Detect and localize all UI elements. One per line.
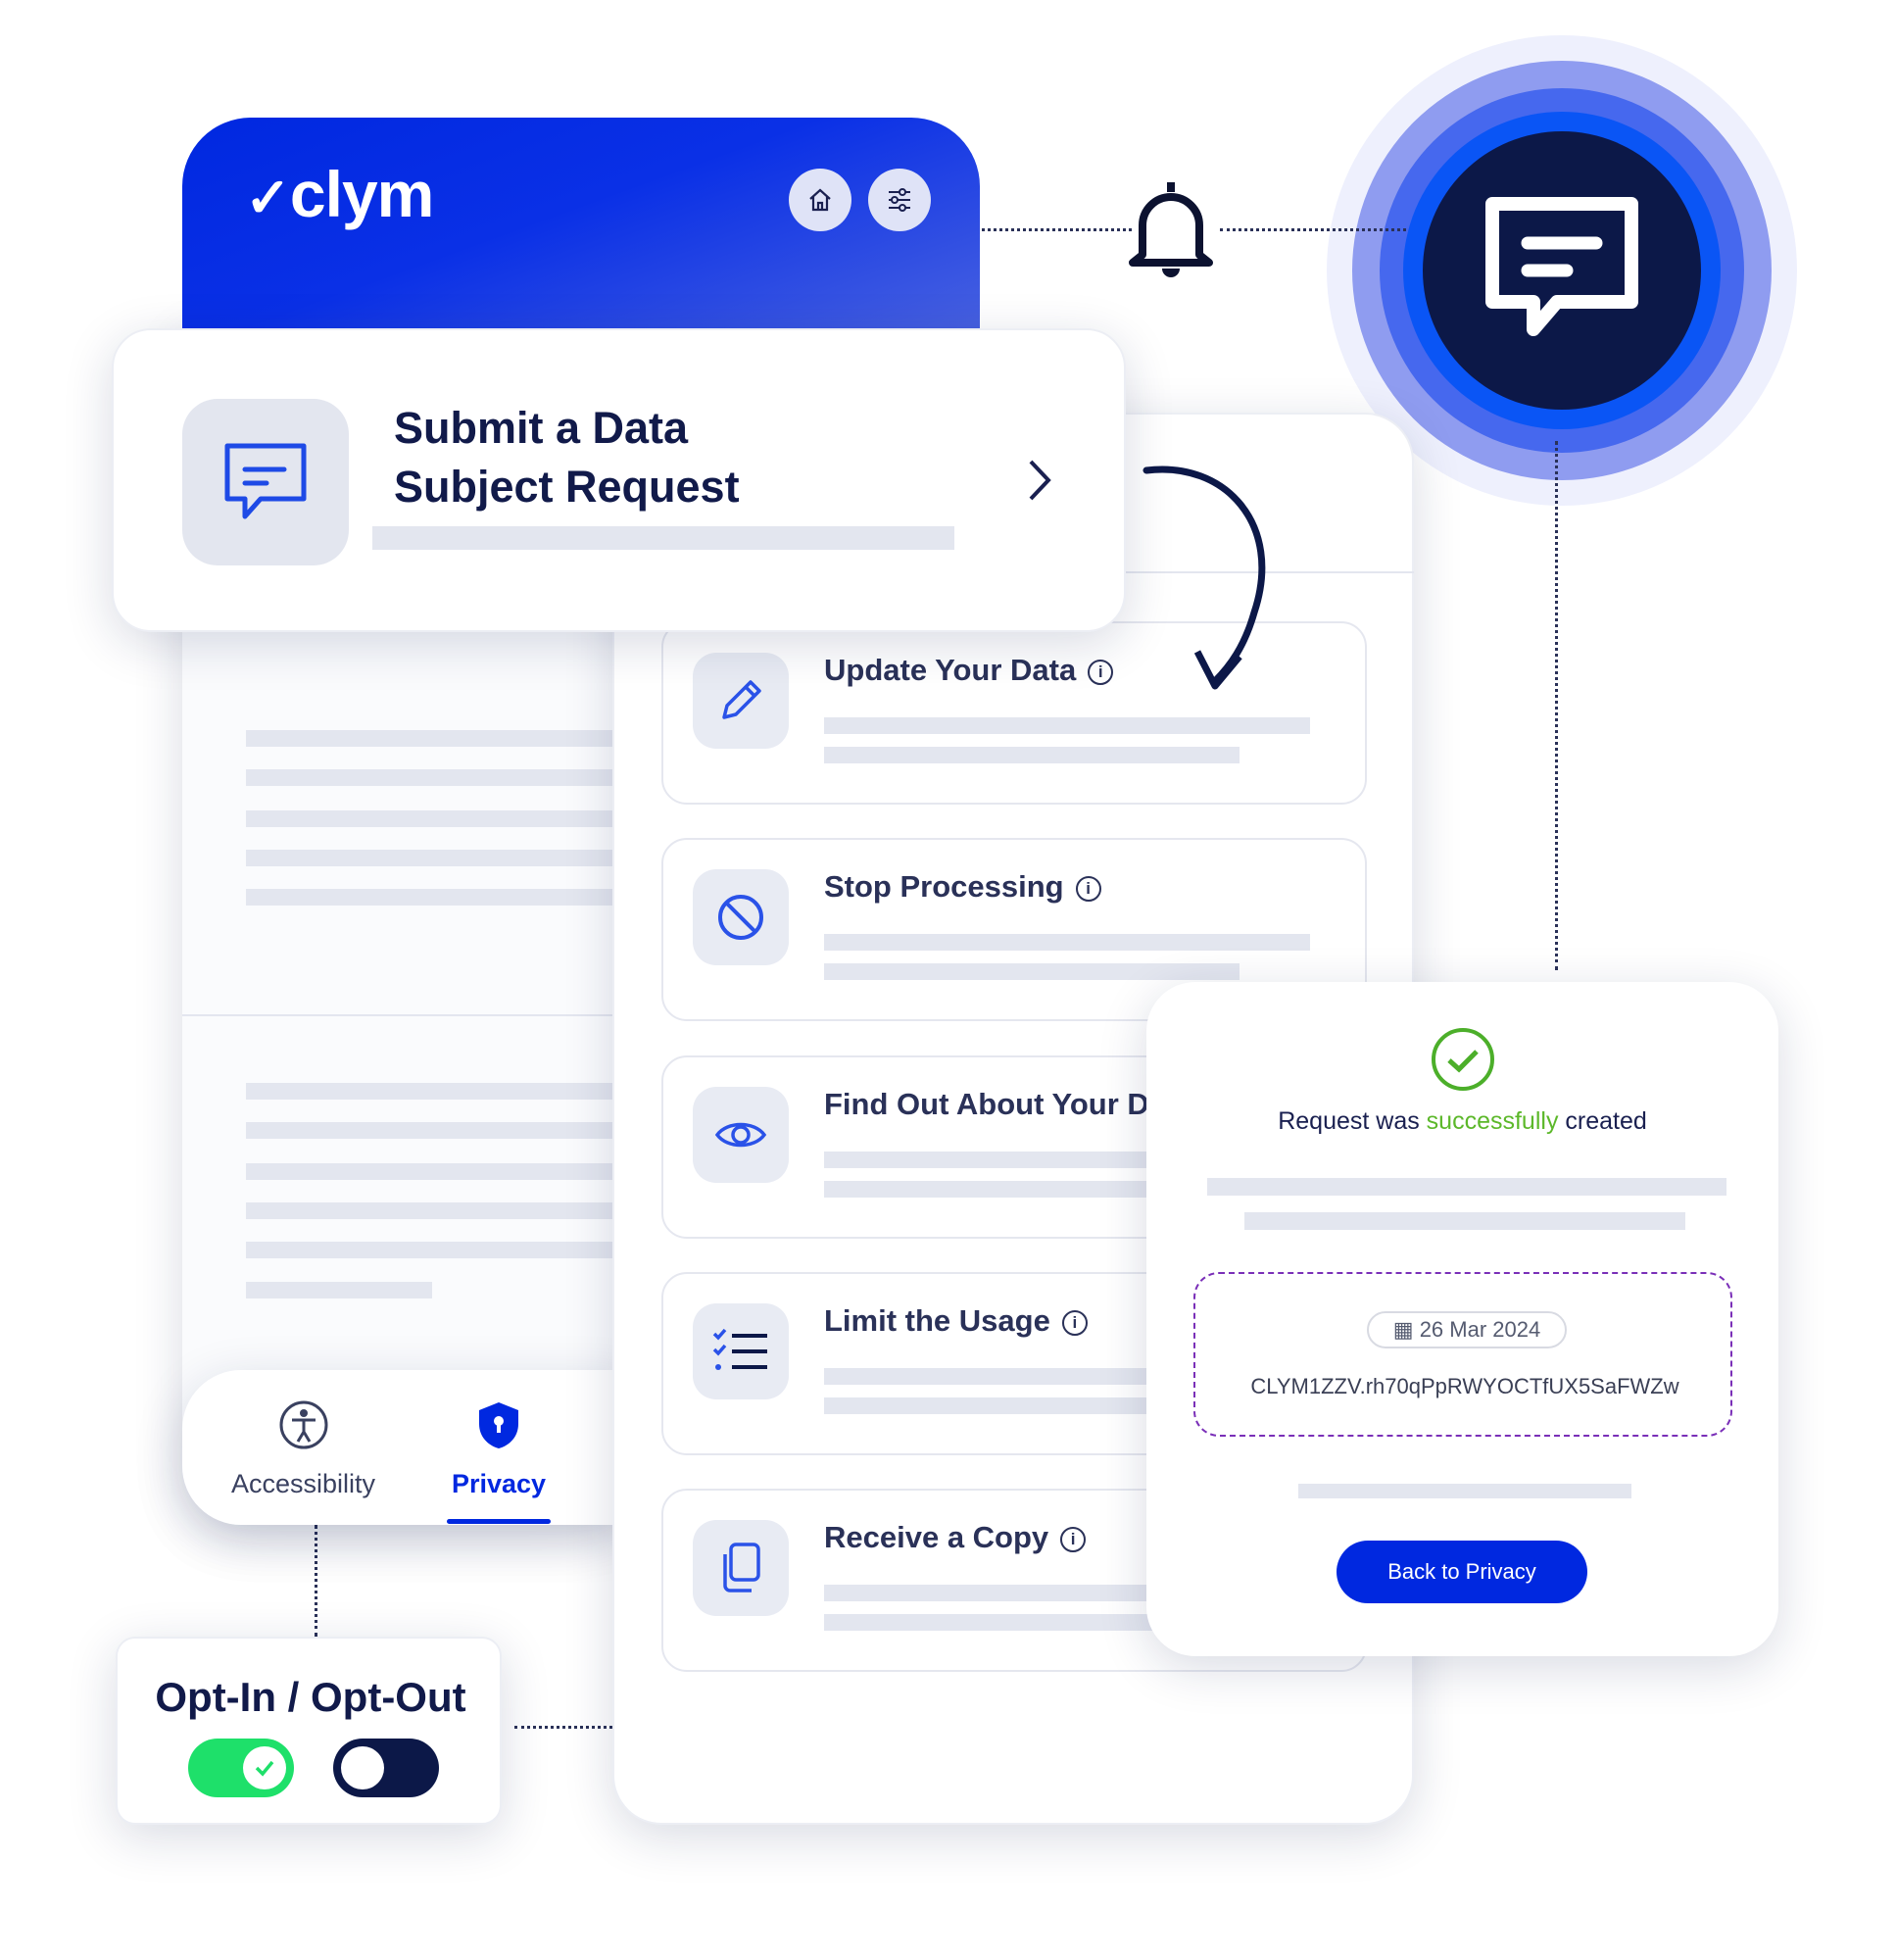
item-label: Update Your Data bbox=[824, 653, 1077, 687]
active-tab-indicator bbox=[447, 1519, 551, 1524]
bottom-tab-bar: Accessibility Privacy bbox=[182, 1370, 633, 1525]
info-icon[interactable]: i bbox=[1088, 660, 1114, 685]
settings-button[interactable] bbox=[868, 169, 931, 231]
connector-line bbox=[1220, 228, 1406, 231]
opt-in-toggle[interactable] bbox=[188, 1739, 294, 1797]
connector-line bbox=[514, 1726, 612, 1729]
success-message: Request was successfully created bbox=[1278, 1107, 1647, 1135]
tab-privacy[interactable]: Privacy bbox=[447, 1399, 551, 1524]
submit-request-title: Submit a Data Subject Request bbox=[394, 403, 740, 512]
item-label: Receive a Copy bbox=[824, 1520, 1049, 1554]
sliders-icon bbox=[889, 188, 910, 212]
tab-label: Privacy bbox=[451, 1469, 547, 1498]
info-icon[interactable]: i bbox=[1075, 876, 1101, 902]
info-icon[interactable]: i bbox=[1061, 1310, 1088, 1336]
tab-label: Accessibility bbox=[231, 1469, 376, 1498]
shield-icon bbox=[479, 1402, 518, 1448]
chat-icon bbox=[1485, 197, 1638, 336]
home-icon bbox=[809, 188, 831, 212]
copy-icon bbox=[723, 1543, 760, 1592]
bell-icon bbox=[1129, 182, 1213, 277]
request-id: CLYM1ZZV.rh70qPpRWYOCTfUX5SaFWZw bbox=[1250, 1374, 1679, 1398]
ban-icon bbox=[718, 895, 763, 940]
chevron-right-icon[interactable] bbox=[1025, 458, 1054, 503]
connector-line bbox=[315, 1525, 317, 1637]
info-icon[interactable]: i bbox=[1060, 1527, 1087, 1552]
back-to-privacy-button[interactable]: Back to Privacy bbox=[1337, 1541, 1587, 1603]
tab-accessibility[interactable]: Accessibility bbox=[231, 1399, 375, 1499]
calendar-icon: ▦ bbox=[1392, 1317, 1420, 1342]
check-circle-icon bbox=[1432, 1028, 1494, 1091]
check-icon bbox=[255, 1760, 274, 1777]
opt-out-toggle[interactable] bbox=[333, 1739, 439, 1797]
item-label: Stop Processing bbox=[824, 869, 1064, 904]
chat-icon bbox=[224, 443, 307, 519]
item-label: Find Out About Your Da bbox=[824, 1087, 1166, 1121]
curved-arrow-icon bbox=[1142, 466, 1266, 690]
success-dialog: Request was successfully created ▦ 26 Ma… bbox=[1146, 982, 1778, 1656]
opt-in-out-card: Opt-In / Opt-Out bbox=[116, 1637, 502, 1825]
home-button[interactable] bbox=[789, 169, 851, 231]
accessibility-icon bbox=[279, 1400, 328, 1449]
date-badge: ▦ 26 Mar 2024 bbox=[1367, 1311, 1567, 1348]
checklist-icon bbox=[712, 1328, 767, 1370]
submit-request-card[interactable]: Submit a Data Subject Request bbox=[112, 328, 1126, 632]
pencil-icon bbox=[722, 680, 761, 719]
connector-line bbox=[970, 228, 1132, 231]
clym-logo: ✓clym bbox=[245, 158, 434, 230]
connector-line bbox=[1555, 441, 1558, 970]
opt-title: Opt-In / Opt-Out bbox=[155, 1674, 466, 1720]
item-label: Limit the Usage bbox=[824, 1303, 1050, 1338]
chat-badge-core bbox=[1423, 131, 1701, 410]
eye-icon bbox=[714, 1122, 767, 1148]
request-id-box: ▦ 26 Mar 2024 CLYM1ZZV.rh70qPpRWYOCTfUX5… bbox=[1193, 1272, 1732, 1437]
